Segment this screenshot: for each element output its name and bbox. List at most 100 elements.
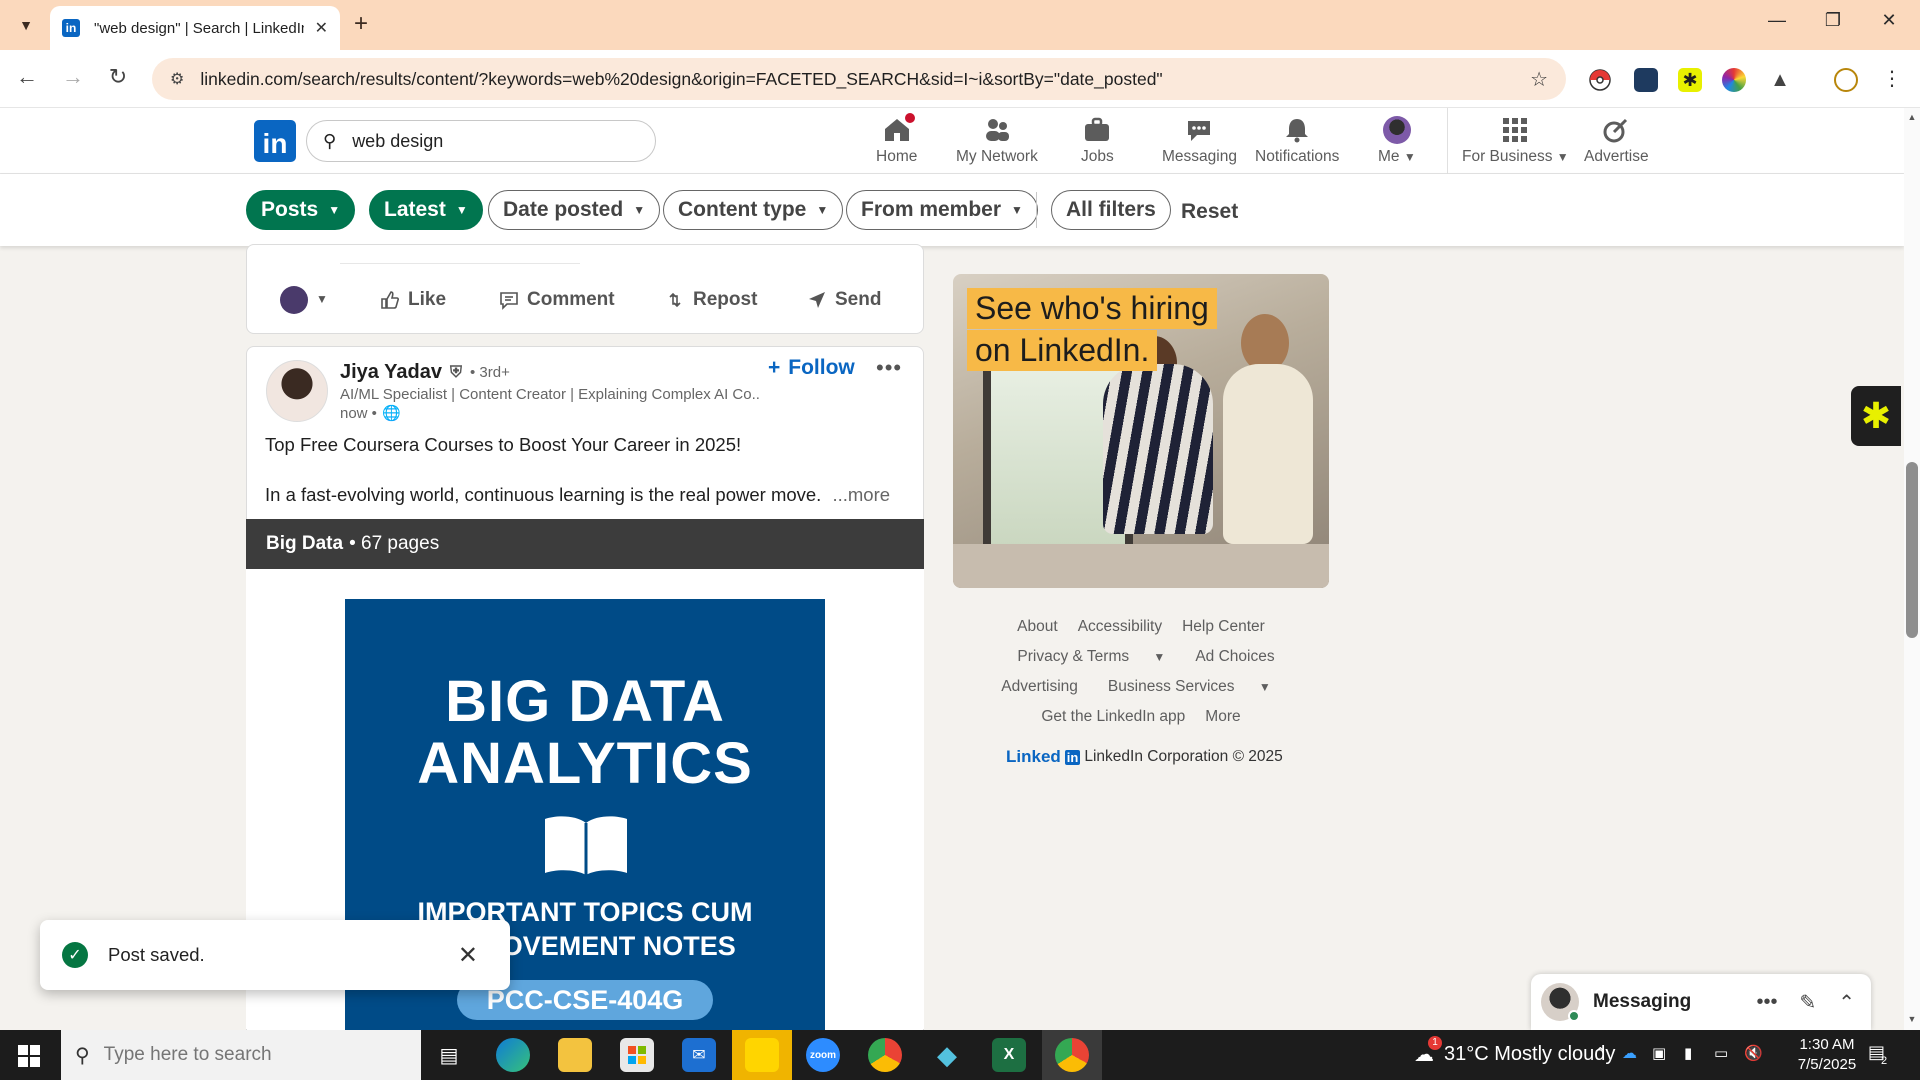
- notifications-count: 2: [1881, 1055, 1888, 1067]
- mail-icon[interactable]: ✉: [682, 1038, 716, 1072]
- comment-button[interactable]: Comment: [499, 289, 615, 311]
- nav-my-network[interactable]: My Network: [956, 116, 1038, 166]
- volume-muted-icon[interactable]: 🔇: [1744, 1044, 1763, 1062]
- all-filters-button[interactable]: All filters: [1051, 190, 1171, 230]
- microsoft-store-icon[interactable]: [620, 1038, 654, 1072]
- meet-now-icon[interactable]: ▣: [1652, 1044, 1666, 1062]
- nav-jobs[interactable]: Jobs: [1081, 116, 1114, 166]
- filter-content-type[interactable]: Content type ▼: [663, 190, 844, 230]
- nav-me[interactable]: Me ▼: [1378, 116, 1416, 166]
- filter-from-member[interactable]: From member ▼: [846, 190, 1038, 230]
- back-arrow-icon[interactable]: ←: [12, 64, 42, 90]
- scrollbar-thumb[interactable]: [1906, 462, 1918, 638]
- footer-business-services-link[interactable]: Business Services ▼: [1098, 678, 1281, 695]
- window-close-icon[interactable]: ✕: [1866, 10, 1912, 31]
- footer-get-app-link[interactable]: Get the LinkedIn app: [1041, 708, 1185, 725]
- filter-latest-label: Latest: [384, 198, 446, 221]
- linkedin-logo[interactable]: in: [254, 120, 296, 162]
- chrome-menu-icon[interactable]: ⋮: [1880, 68, 1904, 92]
- taskbar-clock[interactable]: 1:30 AM 7/5/2025: [1787, 1035, 1867, 1075]
- reaction-avatar[interactable]: [280, 286, 308, 314]
- site-settings-icon[interactable]: ⚙: [170, 69, 184, 89]
- asterisk-extension-icon[interactable]: ✱: [1678, 68, 1702, 92]
- taskbar-search[interactable]: ⚲: [61, 1030, 421, 1080]
- new-tab-plus-icon[interactable]: +: [354, 10, 368, 38]
- forward-arrow-icon[interactable]: →: [58, 64, 88, 90]
- action-center-icon[interactable]: ▤2: [1868, 1042, 1898, 1068]
- address-bar[interactable]: ⚙ linkedin.com/search/results/content/?k…: [152, 58, 1566, 100]
- footer-advertising-link[interactable]: Advertising: [1001, 678, 1078, 695]
- search-box[interactable]: ⚲: [306, 120, 656, 162]
- author-avatar[interactable]: [266, 360, 328, 422]
- puzzle-extensions-icon[interactable]: ▲: [1768, 68, 1792, 92]
- footer-about-link[interactable]: About: [1017, 618, 1058, 635]
- bookmark-star-icon[interactable]: ☆: [1530, 67, 1548, 92]
- filter-date-posted-label: Date posted: [503, 198, 624, 221]
- nav-notifications-label: Notifications: [1255, 148, 1340, 165]
- footer-help-link[interactable]: Help Center: [1182, 618, 1265, 635]
- asterisk-side-widget-icon[interactable]: ✱: [1851, 386, 1901, 446]
- filter-date-posted[interactable]: Date posted ▼: [488, 190, 661, 230]
- filter-posts[interactable]: Posts ▼: [246, 190, 356, 230]
- filter-latest[interactable]: Latest ▼: [369, 190, 483, 230]
- follow-button[interactable]: + Follow: [768, 356, 855, 380]
- chrome-icon[interactable]: [868, 1038, 902, 1072]
- post-options-icon[interactable]: •••: [876, 355, 902, 381]
- color-picker-extension-icon[interactable]: [1722, 68, 1746, 92]
- nav-home[interactable]: Home: [876, 110, 918, 166]
- restore-icon[interactable]: ❐: [1810, 10, 1856, 31]
- toast-close-icon[interactable]: ✕: [458, 941, 478, 970]
- send-button[interactable]: Send: [807, 289, 881, 311]
- footer-more-link[interactable]: More: [1205, 708, 1240, 725]
- footer-privacy-link[interactable]: Privacy & Terms ▼: [1007, 648, 1175, 665]
- avatar-caret-icon[interactable]: ▼: [316, 292, 328, 306]
- globe-icon: 🌐: [381, 405, 401, 422]
- task-view-icon[interactable]: ▤: [432, 1038, 466, 1072]
- see-more-link[interactable]: ...more: [832, 484, 890, 505]
- hiring-ad-banner[interactable]: See who's hiring on LinkedIn.: [953, 274, 1329, 588]
- verified-shield-icon: ⛨: [449, 363, 462, 381]
- browser-tab-active[interactable]: in "web design" | Search | LinkedIn ✕: [50, 6, 340, 50]
- vpn-diamond-icon[interactable]: ◆: [930, 1038, 964, 1072]
- like-button[interactable]: Like: [380, 289, 446, 311]
- weather-widget[interactable]: ☁ 1 31°C Mostly cloudy: [1414, 1036, 1615, 1067]
- media-extension-icon[interactable]: [1634, 68, 1658, 92]
- reset-button[interactable]: Reset: [1181, 200, 1238, 224]
- messaging-overlay[interactable]: Messaging ••• ✎ ⌃: [1531, 974, 1871, 1030]
- edge-browser-icon[interactable]: [496, 1038, 530, 1072]
- tray-chevron-up-icon[interactable]: ⌃: [1594, 1044, 1607, 1062]
- onedrive-cloud-icon[interactable]: ☁: [1622, 1044, 1637, 1062]
- minimize-icon[interactable]: —: [1754, 10, 1800, 31]
- scroll-down-icon[interactable]: ▼: [1904, 1014, 1920, 1024]
- messaging-options-icon[interactable]: •••: [1756, 991, 1777, 1014]
- reload-icon[interactable]: ↻: [103, 64, 133, 90]
- chrome-profile-icon[interactable]: [1055, 1038, 1089, 1072]
- footer-ad-choices-link[interactable]: Ad Choices: [1195, 648, 1274, 665]
- battery-icon[interactable]: ▮: [1684, 1044, 1692, 1062]
- nav-advertise[interactable]: Advertise: [1584, 116, 1649, 166]
- messaging-avatar: [1541, 983, 1580, 1022]
- network-icon[interactable]: ▭: [1714, 1044, 1728, 1062]
- sticky-notes-icon[interactable]: [745, 1038, 779, 1072]
- search-input[interactable]: [352, 130, 613, 152]
- scroll-up-icon[interactable]: ▲: [1904, 112, 1920, 122]
- author-name[interactable]: Jiya Yadav: [340, 361, 442, 384]
- nav-for-business[interactable]: For Business ▼: [1462, 116, 1569, 166]
- repost-button[interactable]: Repost: [665, 289, 757, 311]
- footer-accessibility-link[interactable]: Accessibility: [1078, 618, 1162, 635]
- post-text-line-1: Top Free Coursera Courses to Boost Your …: [265, 434, 742, 455]
- pokeball-extension-icon[interactable]: [1588, 68, 1612, 92]
- browser-toolbar: ← → ↻ ⚙ linkedin.com/search/results/cont…: [0, 50, 1920, 108]
- excel-icon[interactable]: X: [992, 1038, 1026, 1072]
- chevron-up-icon[interactable]: ⌃: [1838, 990, 1855, 1015]
- zoom-icon[interactable]: zoom: [806, 1038, 840, 1072]
- compose-message-icon[interactable]: ✎: [1799, 990, 1816, 1015]
- taskbar-search-input[interactable]: [103, 1044, 404, 1066]
- windows-start-icon[interactable]: [18, 1045, 40, 1067]
- tab-close-icon[interactable]: ✕: [315, 18, 328, 38]
- nav-messaging[interactable]: Messaging: [1162, 116, 1237, 166]
- file-explorer-icon[interactable]: [558, 1038, 592, 1072]
- nav-notifications[interactable]: Notifications: [1255, 116, 1339, 166]
- tab-search-chevron-icon[interactable]: ▼: [12, 12, 40, 38]
- profile-icon[interactable]: [1834, 68, 1858, 92]
